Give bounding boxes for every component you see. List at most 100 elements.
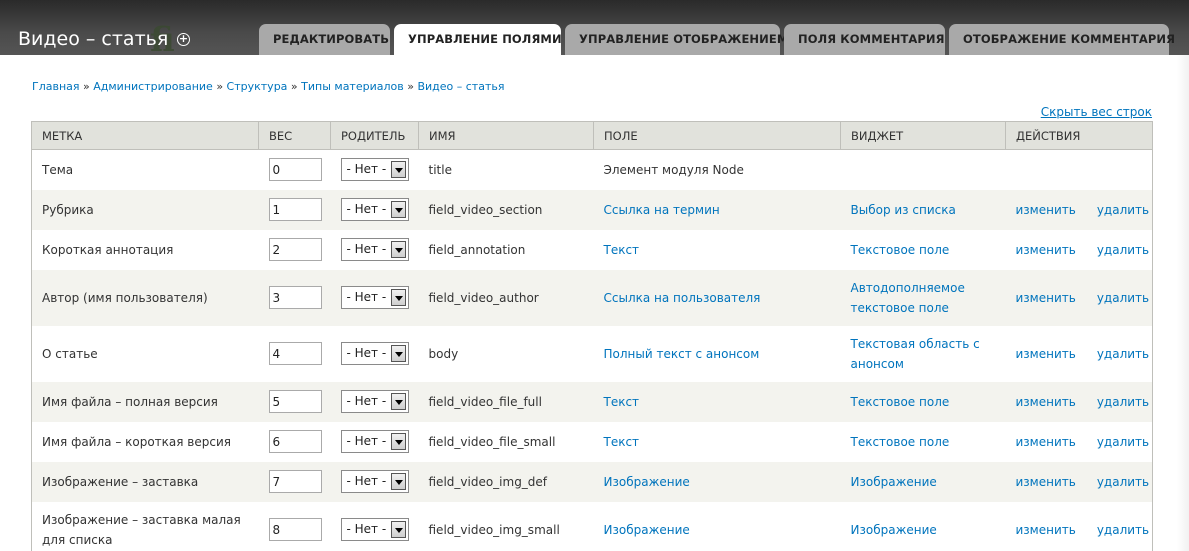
weight-input[interactable]	[268, 430, 322, 453]
breadcrumb-separator: »	[83, 80, 90, 93]
weight-input[interactable]	[268, 238, 322, 261]
parent-select-value: - Нет -	[346, 474, 387, 488]
dropdown-arrow-icon[interactable]	[390, 201, 406, 218]
widget-link[interactable]: Автодополняемое текстовое поле	[851, 281, 965, 315]
weight-input[interactable]	[268, 518, 322, 541]
widget-link[interactable]: Выбор из списка	[851, 203, 956, 217]
delete-link[interactable]: удалить	[1097, 347, 1149, 361]
edit-link[interactable]: изменить	[1016, 291, 1076, 305]
column-header-operations: ДЕЙСТВИЯ	[1005, 121, 1153, 150]
edit-link[interactable]: изменить	[1016, 435, 1076, 449]
edit-link[interactable]: изменить	[1016, 347, 1076, 361]
dropdown-arrow-icon[interactable]	[390, 521, 406, 538]
tab-edit[interactable]: РЕДАКТИРОВАТЬ	[259, 24, 390, 55]
edit-link[interactable]: изменить	[1016, 523, 1076, 537]
dropdown-arrow-icon[interactable]	[390, 433, 406, 450]
field-type-link[interactable]: Текст	[604, 395, 640, 409]
field-type-link[interactable]: Изображение	[604, 475, 690, 489]
delete-link[interactable]: удалить	[1097, 523, 1149, 537]
widget-cell: Автодополняемое текстовое поле	[840, 269, 1006, 326]
table-row: Имя файла – короткая версия - Нет - fiel…	[31, 421, 1153, 462]
delete-link[interactable]: удалить	[1097, 243, 1149, 257]
parent-select-value: - Нет -	[346, 242, 387, 256]
breadcrumb-content-types[interactable]: Типы материалов	[301, 80, 404, 93]
machine-name: field_video_file_full	[428, 394, 542, 409]
breadcrumb-home[interactable]: Главная	[32, 80, 80, 93]
field-type-link[interactable]: Текст	[604, 243, 640, 257]
widget-cell: Текстовое поле	[840, 421, 1006, 462]
table-row: Автор (имя пользователя) - Нет - field_v…	[31, 269, 1153, 326]
parent-select[interactable]: - Нет -	[340, 390, 409, 413]
add-shortcut-icon[interactable]: +	[177, 33, 190, 46]
tab-comment-display[interactable]: ОТОБРАЖЕНИЕ КОММЕНТАРИЯ	[949, 24, 1175, 55]
widget-link[interactable]: Текстовая область с анонсом	[851, 337, 980, 371]
parent-cell: - Нет -	[330, 229, 419, 270]
widget-link[interactable]: Изображение	[851, 475, 937, 489]
dropdown-arrow-icon[interactable]	[390, 393, 406, 410]
toggle-row-weights-link[interactable]: Скрыть вес строк	[1041, 105, 1152, 119]
weight-input[interactable]	[268, 158, 322, 182]
dropdown-arrow-icon[interactable]	[390, 161, 406, 179]
operations-cell: изменить удалить	[1005, 189, 1153, 230]
parent-select[interactable]: - Нет -	[340, 286, 409, 309]
parent-select[interactable]: - Нет -	[340, 430, 409, 453]
weight-input[interactable]	[268, 286, 322, 309]
parent-select-value: - Нет -	[346, 394, 387, 408]
field-type-link[interactable]: Полный текст с анонсом	[604, 347, 760, 361]
operations-cell	[1005, 149, 1153, 190]
parent-select[interactable]: - Нет -	[340, 198, 409, 221]
parent-select[interactable]: - Нет -	[340, 238, 409, 261]
widget-link[interactable]: Текстовое поле	[851, 243, 950, 257]
field-label-text: Изображение – заставка малая для списка	[42, 512, 241, 547]
field-type-link[interactable]: Текст	[604, 435, 640, 449]
field-type-link[interactable]: Ссылка на термин	[604, 203, 720, 217]
field-label: О статье	[31, 325, 259, 382]
weight-input[interactable]	[268, 470, 322, 493]
parent-select[interactable]: - Нет -	[340, 518, 409, 541]
delete-link[interactable]: удалить	[1097, 291, 1149, 305]
delete-link[interactable]: удалить	[1097, 475, 1149, 489]
operations-cell: изменить удалить	[1005, 501, 1153, 551]
tab-manage-display[interactable]: УПРАВЛЕНИЕ ОТОБРАЖЕНИЕМ	[565, 24, 788, 55]
delete-link[interactable]: удалить	[1097, 203, 1149, 217]
parent-select[interactable]: - Нет -	[340, 158, 409, 182]
operations: изменить удалить	[1016, 291, 1150, 305]
edit-link[interactable]: изменить	[1016, 475, 1076, 489]
field-type-link[interactable]: Изображение	[604, 523, 690, 537]
weight-input[interactable]	[268, 198, 322, 221]
dropdown-arrow-icon[interactable]	[390, 241, 406, 258]
machine-name: field_video_section	[428, 202, 543, 217]
breadcrumb-admin[interactable]: Администрирование	[93, 80, 213, 93]
delete-link[interactable]: удалить	[1097, 435, 1149, 449]
field-type-link[interactable]: Ссылка на пользователя	[604, 291, 761, 305]
widget-link[interactable]: Текстовое поле	[851, 395, 950, 409]
widget-link[interactable]: Текстовое поле	[851, 435, 950, 449]
parent-select-value: - Нет -	[346, 522, 387, 536]
machine-name: body	[428, 346, 459, 361]
machine-name-cell: body	[418, 325, 594, 382]
breadcrumb-structure[interactable]: Структура	[227, 80, 288, 93]
widget-cell: Выбор из списка	[840, 189, 1006, 230]
breadcrumb-current-type[interactable]: Видео – статья	[417, 80, 504, 93]
parent-select[interactable]: - Нет -	[340, 470, 409, 493]
edit-link[interactable]: изменить	[1016, 243, 1076, 257]
delete-link[interactable]: удалить	[1097, 395, 1149, 409]
field-type-cell: Ссылка на пользователя	[593, 269, 841, 326]
tab-manage-fields[interactable]: УПРАВЛЕНИЕ ПОЛЯМИ	[394, 24, 562, 55]
weight-input[interactable]	[268, 342, 322, 365]
edit-link[interactable]: изменить	[1016, 395, 1076, 409]
edit-link[interactable]: изменить	[1016, 203, 1076, 217]
tab-comment-fields[interactable]: ПОЛЯ КОММЕНТАРИЯ	[784, 24, 945, 55]
widget-link[interactable]: Изображение	[851, 523, 937, 537]
dropdown-arrow-icon[interactable]	[390, 473, 406, 490]
breadcrumb-separator: »	[407, 80, 414, 93]
weight-input[interactable]	[268, 390, 322, 413]
operations: изменить удалить	[1016, 395, 1150, 409]
dropdown-arrow-icon[interactable]	[390, 345, 406, 362]
machine-name: field_video_file_small	[428, 434, 556, 449]
field-label: Имя файла – короткая версия	[31, 421, 259, 462]
weight-cell	[258, 149, 331, 190]
parent-select[interactable]: - Нет -	[340, 342, 409, 365]
dropdown-arrow-icon[interactable]	[390, 289, 406, 306]
table-row: Изображение – заставка - Нет - field_vid…	[31, 461, 1153, 502]
